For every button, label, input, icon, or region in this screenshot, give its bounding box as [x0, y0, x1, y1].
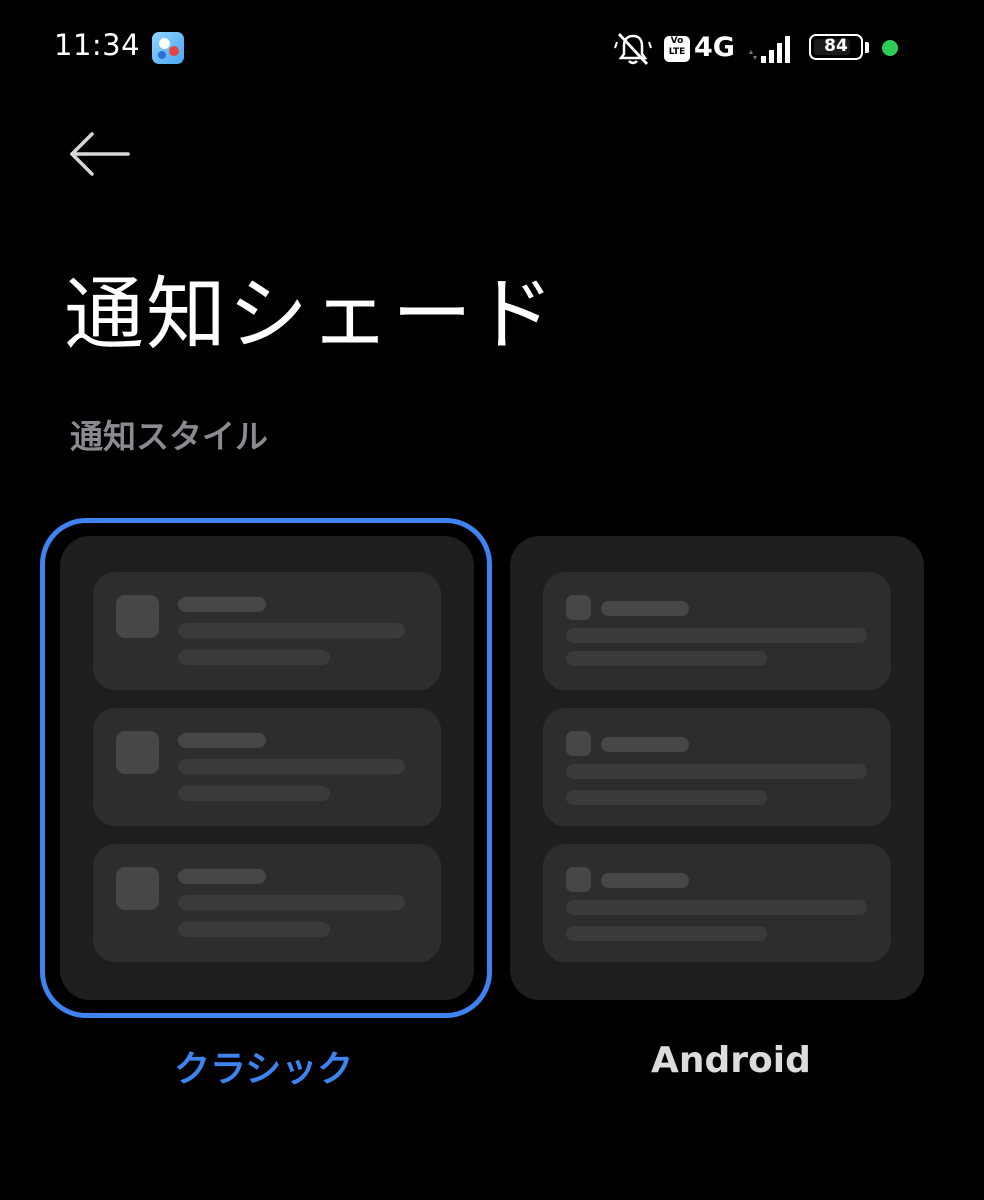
preview-app-icon [566, 731, 591, 756]
preview-title-line [178, 733, 266, 748]
preview-text-line [566, 790, 767, 805]
battery-icon: 84 [809, 34, 863, 60]
preview-notification [543, 708, 891, 826]
notification-shade-settings-screen: 11:34 Vo LTE 4G 84 通知シェード 通知スタイル クラシック A… [0, 0, 984, 1200]
preview-text-line [178, 650, 330, 665]
preview-text-line [178, 623, 405, 638]
preview-text-line [566, 628, 867, 643]
preview-app-icon [566, 595, 591, 620]
style-label-android[interactable]: Android [651, 1040, 811, 1081]
preview-text-line [178, 922, 330, 937]
preview-title-line [601, 873, 689, 888]
preview-notification [93, 572, 441, 690]
preview-notification [543, 572, 891, 690]
preview-text-line [178, 759, 405, 774]
preview-app-icon [566, 867, 591, 892]
preview-title-line [601, 601, 689, 616]
section-header: 通知スタイル [70, 417, 268, 456]
classic-preview-card [60, 536, 474, 1000]
style-label-classic[interactable]: クラシック [174, 1040, 353, 1092]
style-option-classic[interactable] [40, 518, 492, 1018]
preview-notification [543, 844, 891, 962]
preview-text-line [178, 786, 330, 801]
preview-title-line [178, 597, 266, 612]
preview-text-line [566, 900, 867, 915]
preview-title-line [178, 869, 266, 884]
back-button[interactable] [60, 125, 140, 185]
preview-app-icon [116, 867, 159, 910]
privacy-indicator-dot [882, 40, 898, 56]
volte-icon: Vo LTE [664, 36, 690, 62]
preview-app-icon [116, 731, 159, 774]
style-option-android[interactable] [510, 536, 924, 1000]
arrow-left-icon [70, 132, 130, 176]
page-title: 通知シェード [64, 268, 556, 361]
mute-icon [614, 33, 652, 65]
preview-title-line [601, 737, 689, 752]
battery-level: 84 [824, 36, 848, 56]
android-preview-card [510, 536, 924, 1000]
app-notification-icon [152, 32, 184, 64]
signal-icon [749, 36, 790, 63]
preview-notification [93, 708, 441, 826]
status-time: 11:34 [54, 28, 141, 62]
preview-app-icon [116, 595, 159, 638]
preview-text-line [566, 926, 767, 941]
preview-text-line [566, 764, 867, 779]
preview-notification [93, 844, 441, 962]
preview-text-line [566, 651, 767, 666]
preview-text-line [178, 895, 405, 910]
battery-cap [865, 42, 869, 53]
status-bar: 11:34 Vo LTE 4G 84 [0, 0, 984, 100]
network-type: 4G [694, 32, 735, 63]
